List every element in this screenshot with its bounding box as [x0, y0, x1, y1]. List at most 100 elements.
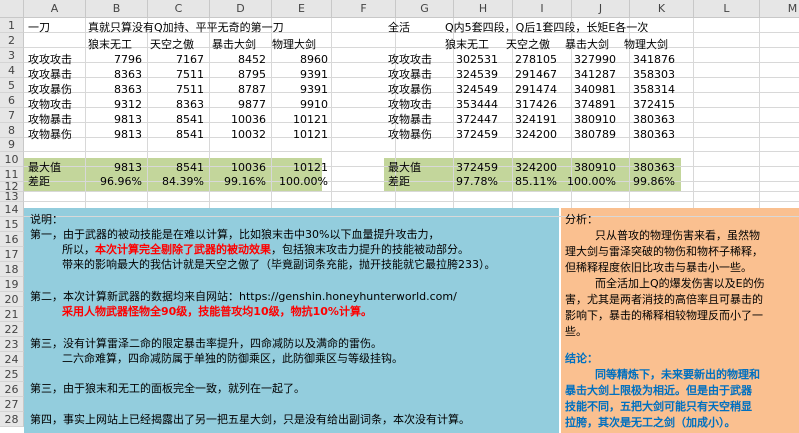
column-header[interactable]: G [396, 0, 454, 18]
right_table-row-label: 攻攻暴击 [388, 68, 432, 81]
left_table-row-label: 攻攻攻击 [28, 53, 72, 66]
column-header[interactable]: E [272, 0, 332, 18]
right_table-value-cell: 372459 [456, 128, 498, 141]
row-header[interactable]: 5 [0, 78, 24, 93]
row-header[interactable]: 27 [0, 397, 24, 412]
note-3a: 第三，没有计算雷泽二命的限定暴击率提升，四命减防以及满命的雷伤。 [30, 337, 382, 350]
row-header[interactable]: 7 [0, 108, 24, 123]
left_table-value-cell: 8795 [238, 68, 266, 81]
left_table-max-cell: 10121 [293, 161, 328, 174]
right_table-value-cell: 278105 [515, 53, 557, 66]
row-header[interactable]: 28 [0, 412, 24, 427]
left_table-value-cell: 8541 [176, 128, 204, 141]
row-header[interactable]: 2 [0, 33, 24, 48]
row-header[interactable]: 18 [0, 262, 24, 277]
left_table-gap-cell: 84.39% [162, 175, 204, 188]
analysis-line: 而全活加上Q的爆发伤害以及E的伤 [595, 277, 765, 290]
column-header[interactable]: F [332, 0, 396, 18]
note-1b-highlight: 本次计算完全剔除了武器的被动效果 [95, 243, 271, 256]
column-header[interactable]: D [210, 0, 272, 18]
column-header[interactable]: B [86, 0, 148, 18]
cell-grid[interactable]: 一刀 真就只算没有Q加持、平平无奇的第一刀 狼末无工 天空之傲 暴击大剑 物理大… [24, 18, 799, 433]
right_table-value-cell: 324200 [515, 128, 557, 141]
row-header[interactable]: 22 [0, 322, 24, 337]
left-gap-label: 差距 [28, 175, 50, 188]
column-header[interactable]: A [24, 0, 86, 18]
row-header[interactable]: 8 [0, 123, 24, 138]
left_table-value-cell: 7511 [176, 68, 204, 81]
row-header[interactable]: 3 [0, 48, 24, 63]
left-header-4: 物理大剑 [272, 38, 316, 51]
right_table-value-cell: 327990 [574, 53, 616, 66]
right_table-max-cell: 324200 [515, 161, 557, 174]
note-1a: 第一，由于武器的被动技能是在难以计算，比如狼末击中30%以下血量提升攻击力， [30, 228, 440, 241]
left_table-row-label: 攻物暴伤 [28, 128, 72, 141]
row-header[interactable]: 1 [0, 18, 24, 33]
column-header[interactable]: I [513, 0, 572, 18]
right_table-value-cell: 358314 [633, 83, 675, 96]
column-header[interactable]: J [572, 0, 630, 18]
row-header[interactable]: 14 [0, 202, 24, 217]
column-header[interactable]: L [694, 0, 760, 18]
note-1b: 所以，本次计算完全剔除了武器的被动效果，包括狼末攻击力提升的技能被动部分。 [62, 243, 469, 257]
right_table-value-cell: 380789 [574, 128, 616, 141]
conclusion-line: 暴击大剑上限极为相近。但是由于武器 [565, 384, 752, 397]
left_table-value-cell: 8363 [114, 68, 142, 81]
column-header[interactable]: C [148, 0, 210, 18]
row-header[interactable]: 4 [0, 63, 24, 78]
right_table-value-cell: 358303 [633, 68, 675, 81]
right_table-gap-cell: 100.00% [567, 175, 616, 188]
left_table-value-cell: 8960 [300, 53, 328, 66]
row-header[interactable]: 10 [0, 152, 24, 167]
row-header[interactable]: 15 [0, 217, 24, 232]
right_table-value-cell: 380910 [574, 113, 616, 126]
column-header[interactable]: K [630, 0, 694, 18]
right_table-value-cell: 291467 [515, 68, 557, 81]
right_table-value-cell: 341876 [633, 53, 675, 66]
conclusion-line: 技能不同，五把大剑可能只有天空稍显 [565, 400, 752, 413]
left_table-max-cell: 9813 [114, 161, 142, 174]
left_table-value-cell: 8363 [176, 98, 204, 111]
row-header[interactable]: 26 [0, 382, 24, 397]
right_table-value-cell: 324539 [456, 68, 498, 81]
gridline-horizontal [24, 47, 799, 48]
row-header[interactable]: 23 [0, 337, 24, 352]
row-header[interactable]: 17 [0, 247, 24, 262]
right_table-value-cell: 380363 [633, 128, 675, 141]
gridline-horizontal [24, 216, 799, 217]
column-header[interactable]: M [760, 0, 799, 18]
right_table-value-cell: 372415 [633, 98, 675, 111]
left_table-value-cell: 8787 [238, 83, 266, 96]
conclusion-heading: 结论： [565, 352, 598, 365]
left_table-value-cell: 8541 [176, 113, 204, 126]
row-header[interactable]: 19 [0, 277, 24, 292]
left_table-value-cell: 7167 [176, 53, 204, 66]
row-header[interactable]: 21 [0, 307, 24, 322]
column-header[interactable]: H [454, 0, 513, 18]
right-header-1: 狼末无工 [445, 38, 489, 51]
right_table-value-cell: 317426 [515, 98, 557, 111]
row-header[interactable]: 13 [0, 191, 24, 202]
right_table-row-label: 攻攻暴伤 [388, 83, 432, 96]
note-1b-pre: 所以， [62, 243, 95, 256]
right_table-value-cell: 324549 [456, 83, 498, 96]
select-all-corner[interactable] [0, 0, 24, 18]
spreadsheet: ABCDEFGHIJKLM 1 2 3 4 5 6 7 8 9 10 11 12 13 14 15 16 17 1… [0, 0, 799, 433]
row-header[interactable]: 16 [0, 232, 24, 247]
row-header[interactable]: 25 [0, 367, 24, 382]
note-5: 第四，事实上网站上已经揭露出了另一把五星大剑，只是没有给出副词条，本次没有计算。 [30, 413, 470, 426]
right-header-3: 暴击大剑 [565, 38, 609, 51]
left_table-value-cell: 10121 [293, 113, 328, 126]
row-header[interactable]: 20 [0, 292, 24, 307]
note-1c: 带来的影响最大的我估计就是天空之傲了（毕竟副词条充能，抛开技能就它最拉胯233）… [62, 258, 496, 271]
right_table-value-cell: 353444 [456, 98, 498, 111]
row-header[interactable]: 9 [0, 138, 24, 152]
row-header[interactable]: 6 [0, 93, 24, 108]
left-table-title: 一刀 [28, 21, 50, 34]
notes-heading: 说明： [30, 213, 63, 226]
note-2a: 第二，本次计算新武器的数据均来自网站：https://genshin.honey… [30, 290, 457, 303]
row-header[interactable]: 24 [0, 352, 24, 367]
left_table-value-cell: 10121 [293, 128, 328, 141]
left_table-row-label: 攻物暴击 [28, 113, 72, 126]
right_table-row-label: 攻物攻击 [388, 98, 432, 111]
